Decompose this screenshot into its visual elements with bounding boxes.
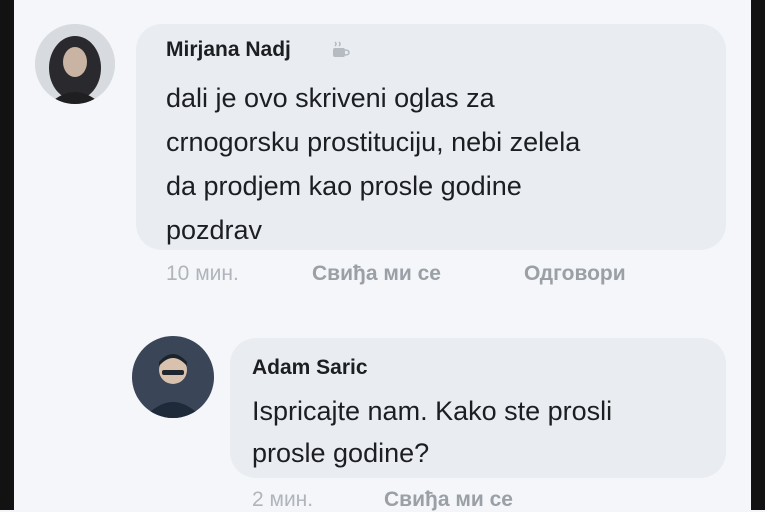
profile-photo-icon: [132, 336, 214, 418]
comment-text-line: da prodjem kao prosle godine: [166, 171, 522, 201]
reply-button[interactable]: Одговори: [524, 262, 626, 286]
avatar[interactable]: [35, 24, 115, 104]
comment-author[interactable]: Mirjana Nadj: [166, 38, 291, 62]
comment-text: dali je ovo skriveni oglas za crnogorsku…: [166, 76, 726, 252]
comment-text-line: pozdrav: [166, 215, 263, 245]
device-frame-left: [0, 0, 14, 510]
coffee-cup-icon: [333, 41, 350, 57]
comment-author[interactable]: Adam Saric: [252, 356, 368, 380]
device-frame-right: [751, 0, 765, 510]
comment-text-line: prosle godine?: [252, 438, 430, 468]
like-button[interactable]: Свиђа ми се: [384, 488, 513, 512]
comment-text-line: Ispricajte nam. Kako ste prosli: [252, 396, 613, 426]
comment-timestamp: 2 мин.: [252, 488, 314, 511]
like-button[interactable]: Свиђа ми се: [312, 262, 441, 286]
avatar[interactable]: [132, 336, 214, 418]
comment-timestamp: 10 мин.: [166, 262, 239, 285]
comment-text-line: crnogorsku prostituciju, nebi zelela: [166, 127, 581, 157]
comment-text-line: dali je ovo skriveni oglas za: [166, 83, 495, 113]
comment-text: Ispricajte nam. Kako ste prosli prosle g…: [252, 390, 722, 474]
profile-photo-icon: [35, 24, 115, 104]
